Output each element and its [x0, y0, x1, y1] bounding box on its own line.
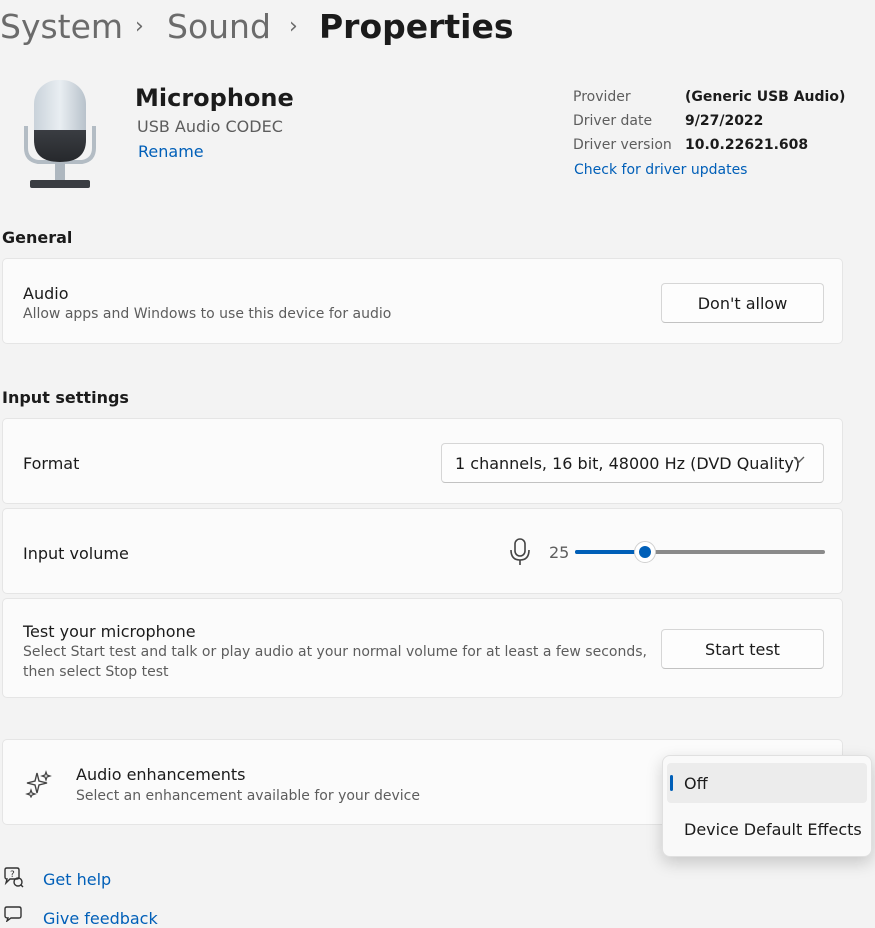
enhancements-dropdown-menu: Off Device Default Effects — [662, 755, 872, 857]
breadcrumb-system[interactable]: System — [0, 6, 123, 48]
rename-link[interactable]: Rename — [138, 142, 204, 161]
input-volume-title: Input volume — [23, 544, 129, 563]
audio-description: Allow apps and Windows to use this devic… — [23, 306, 392, 322]
test-microphone-description-2: then select Stop test — [23, 664, 169, 680]
page-title: Properties — [319, 7, 514, 46]
volume-slider-thumb[interactable] — [634, 541, 656, 563]
audio-title: Audio — [23, 284, 69, 303]
breadcrumb-sound[interactable]: Sound — [167, 6, 271, 48]
menu-item-label: Off — [684, 773, 708, 793]
general-heading: General — [2, 228, 73, 247]
sparkle-icon — [25, 770, 53, 802]
format-title: Format — [23, 454, 80, 473]
selection-indicator — [670, 775, 673, 791]
chevron-right-icon: › — [289, 14, 298, 39]
test-microphone-card: Test your microphone Select Start test a… — [2, 598, 843, 698]
volume-value: 25 — [549, 543, 570, 562]
chevron-right-icon: › — [135, 14, 144, 39]
menu-item-device-default-effects[interactable]: Device Default Effects — [667, 809, 867, 849]
driver-date-value: 9/27/2022 — [685, 113, 764, 129]
device-subtitle: USB Audio CODEC — [137, 117, 283, 136]
driver-version-value: 10.0.22621.608 — [685, 137, 809, 153]
get-help-icon: ? — [2, 866, 24, 892]
provider-value: (Generic USB Audio) — [685, 89, 846, 105]
dont-allow-button[interactable]: Don't allow — [661, 283, 824, 323]
test-microphone-title: Test your microphone — [23, 622, 196, 641]
microphone-icon[interactable] — [509, 538, 531, 570]
get-help-link[interactable]: Get help — [43, 870, 111, 889]
give-feedback-link[interactable]: Give feedback — [43, 909, 158, 928]
input-volume-card: Input volume 25 — [2, 508, 843, 594]
format-card: Format 1 channels, 16 bit, 48000 Hz (DVD… — [2, 418, 843, 504]
driver-version-label: Driver version — [573, 137, 672, 153]
input-settings-heading: Input settings — [2, 388, 129, 407]
start-test-button[interactable]: Start test — [661, 629, 824, 669]
chevron-down-icon — [793, 453, 805, 469]
menu-item-label: Device Default Effects — [684, 819, 862, 839]
svg-text:?: ? — [10, 870, 15, 880]
audio-enhancements-title: Audio enhancements — [76, 765, 246, 784]
audio-enhancements-description: Select an enhancement available for your… — [76, 788, 420, 804]
test-microphone-description-1: Select Start test and talk or play audio… — [23, 644, 647, 660]
check-driver-updates-link[interactable]: Check for driver updates — [574, 162, 747, 178]
device-name: Microphone — [135, 84, 294, 112]
format-dropdown[interactable]: 1 channels, 16 bit, 48000 Hz (DVD Qualit… — [441, 443, 824, 483]
feedback-icon — [2, 905, 24, 926]
provider-label: Provider — [573, 89, 631, 105]
audio-card: Audio Allow apps and Windows to use this… — [2, 258, 843, 344]
menu-item-off[interactable]: Off — [667, 763, 867, 803]
driver-date-label: Driver date — [573, 113, 653, 129]
microphone-device-icon — [24, 78, 96, 192]
format-selected-value: 1 channels, 16 bit, 48000 Hz (DVD Qualit… — [455, 453, 801, 473]
